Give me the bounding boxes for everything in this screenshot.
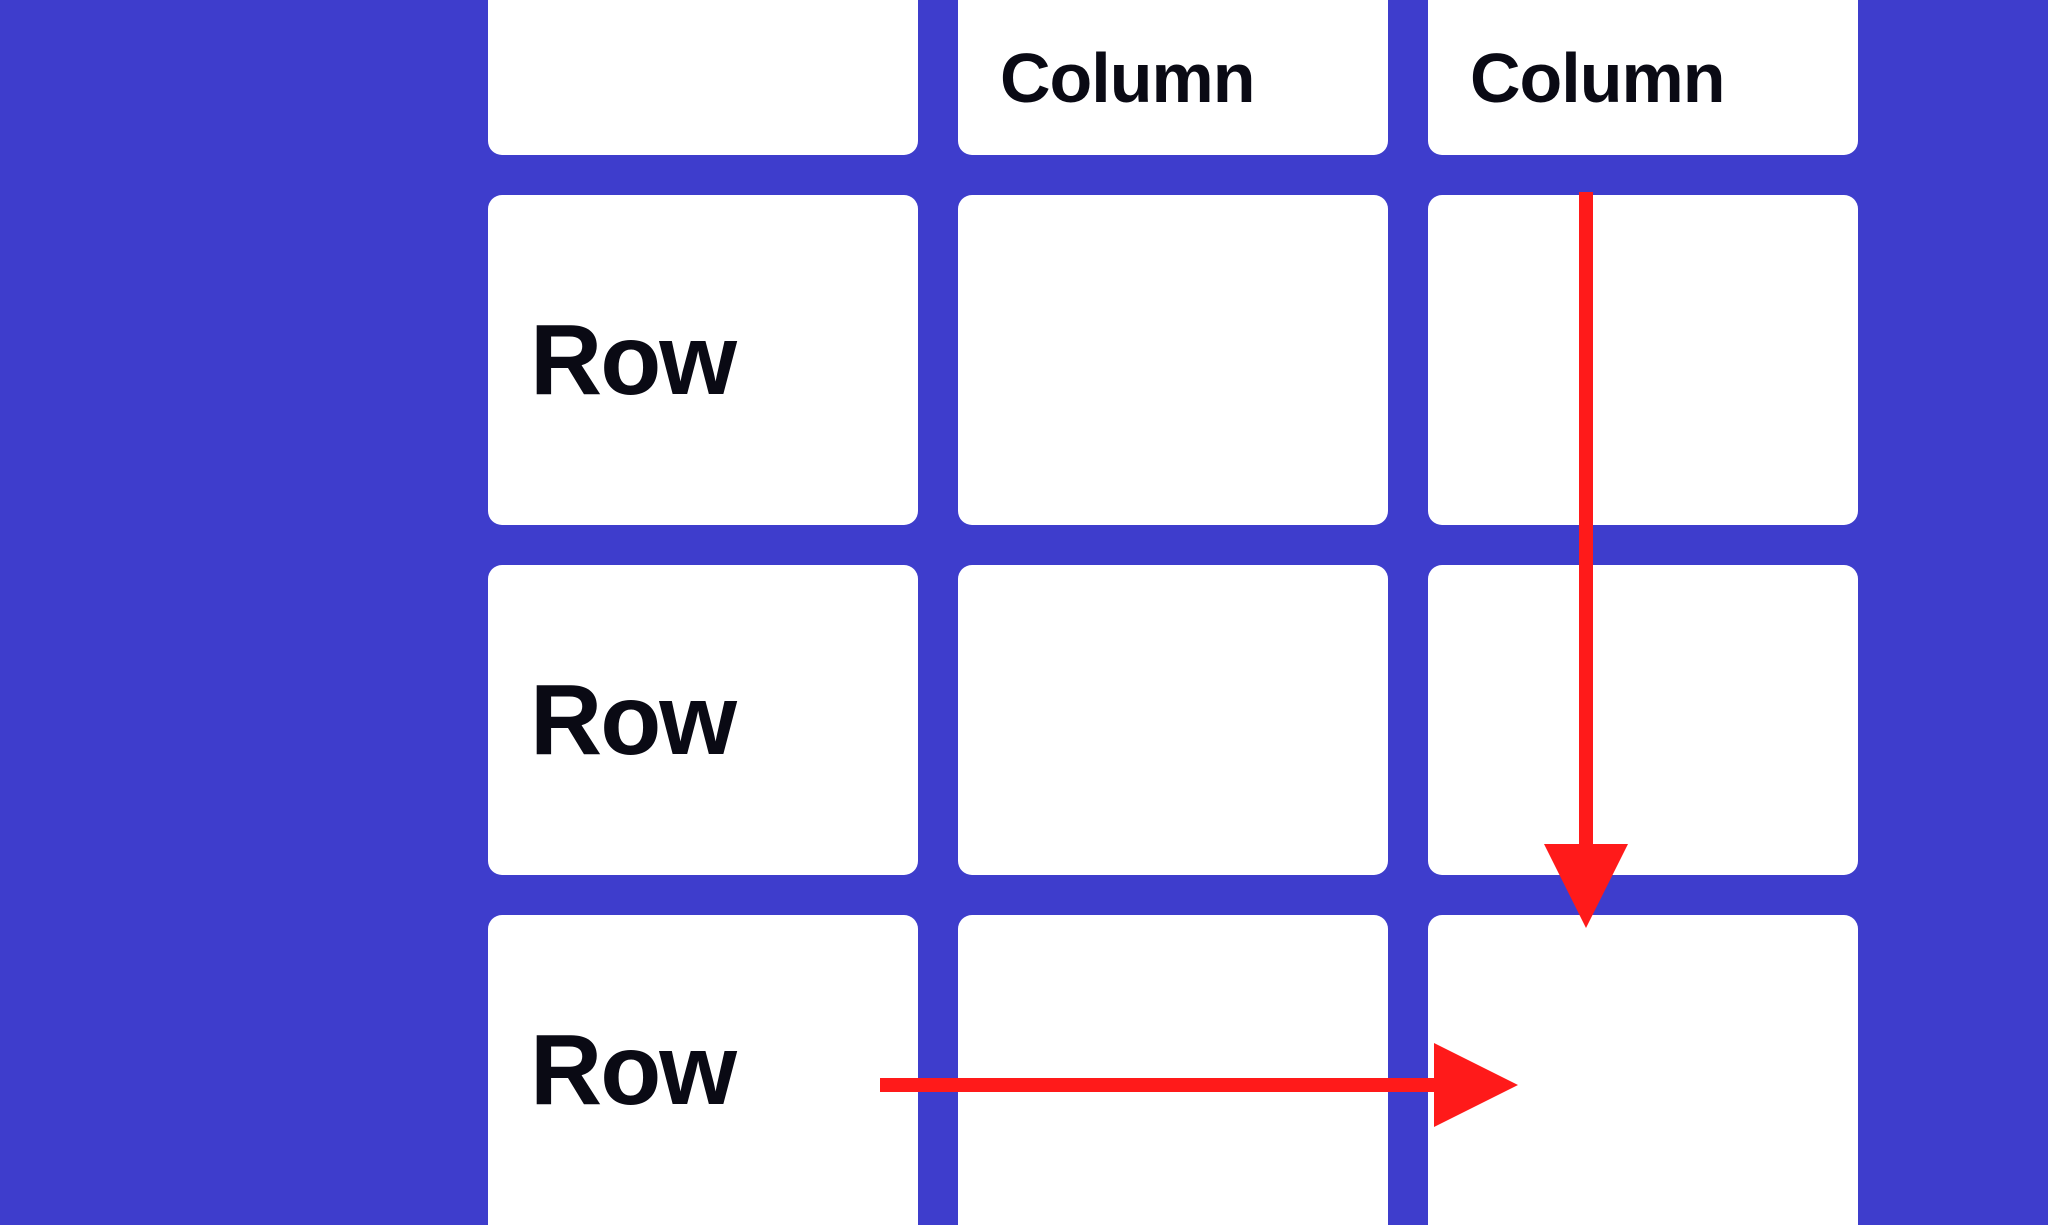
header-cell-empty xyxy=(488,0,918,155)
row1-label: Row xyxy=(530,303,735,418)
row3-label: Row xyxy=(530,1013,735,1128)
header-cell-col2: Column xyxy=(958,0,1388,155)
header-label-2: Column xyxy=(1000,38,1255,118)
row2-label: Row xyxy=(530,663,735,778)
row1-col3-cell xyxy=(1428,195,1858,525)
row1-col2-cell xyxy=(958,195,1388,525)
row2-label-cell: Row xyxy=(488,565,918,875)
header-cell-col3: Column xyxy=(1428,0,1858,155)
row1-label-cell: Row xyxy=(488,195,918,525)
row3-col3-cell xyxy=(1428,915,1858,1225)
row3-label-cell: Row xyxy=(488,915,918,1225)
row2-col3-cell xyxy=(1428,565,1858,875)
header-label-3: Column xyxy=(1470,38,1725,118)
row3-col2-cell xyxy=(958,915,1388,1225)
table-grid: Column Column Row Row Row xyxy=(488,0,1628,1225)
row2-col2-cell xyxy=(958,565,1388,875)
